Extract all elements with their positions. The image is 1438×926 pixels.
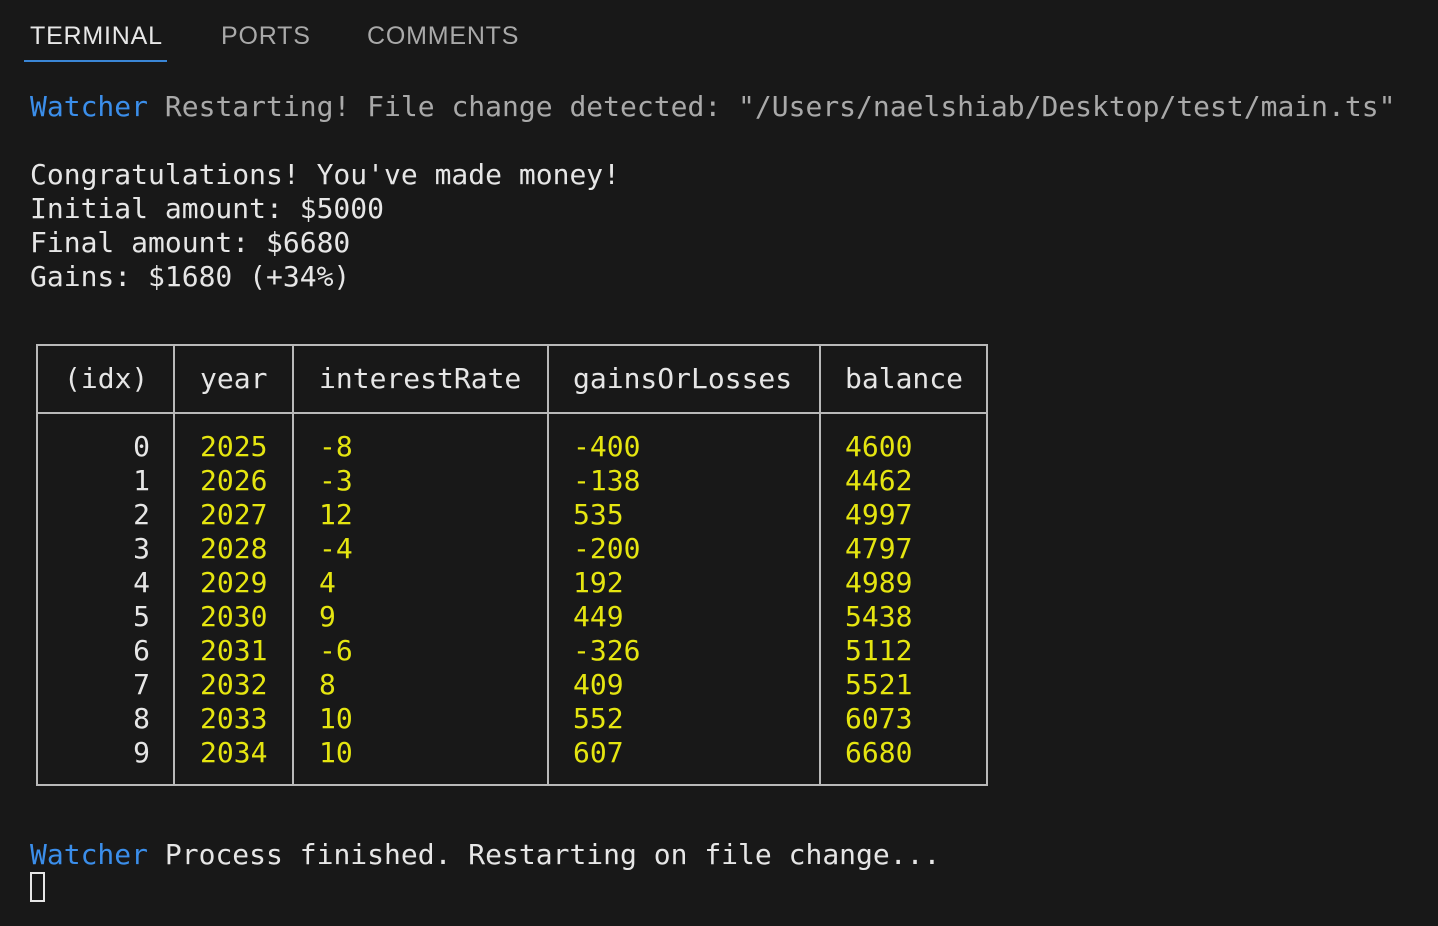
cell-gains-or-losses: 192	[573, 566, 624, 599]
cell-interest-rate: 12	[319, 498, 353, 531]
cell-idx: 0	[133, 430, 150, 463]
watcher-restart-line: Watcher Restarting! File change detected…	[30, 90, 1395, 124]
cell-gains-or-losses: 449	[573, 600, 624, 633]
cell-balance: 6680	[845, 736, 913, 769]
cell-year: 2029	[200, 566, 268, 599]
summary-line-final: Final amount: $6680	[30, 226, 351, 259]
cell-balance: 6073	[845, 702, 913, 735]
cell-interest-rate: 10	[319, 736, 353, 769]
cell-year: 2028	[200, 532, 268, 565]
cell-year: 2031	[200, 634, 268, 667]
cell-balance: 4997	[845, 498, 913, 531]
cell-idx: 3	[133, 532, 150, 565]
cell-gains-or-losses: 409	[573, 668, 624, 701]
cell-balance: 5438	[845, 600, 913, 633]
cell-balance: 4600	[845, 430, 913, 463]
cell-year: 2030	[200, 600, 268, 633]
cell-idx: 4	[133, 566, 150, 599]
cell-idx: 7	[133, 668, 150, 701]
cell-idx: 6	[133, 634, 150, 667]
cell-gains-or-losses: -200	[573, 532, 641, 565]
column-header-idx: (idx)	[64, 362, 149, 395]
panel-tab-bar: TERMINAL PORTS COMMENTS	[0, 0, 1438, 64]
cell-idx: 2	[133, 498, 150, 531]
cell-interest-rate: 8	[319, 668, 336, 701]
cell-idx: 5	[133, 600, 150, 633]
cell-balance: 4797	[845, 532, 913, 565]
cell-year: 2034	[200, 736, 268, 769]
column-header-balance: balance	[845, 362, 964, 395]
cell-idx: 1	[133, 464, 150, 497]
cell-year: 2027	[200, 498, 268, 531]
summary-line-congrats: Congratulations! You've made money!	[30, 158, 621, 191]
tab-comments[interactable]: COMMENTS	[367, 20, 519, 52]
cell-interest-rate: -3	[319, 464, 353, 497]
cell-gains-or-losses: -138	[573, 464, 641, 497]
cell-balance: 5521	[845, 668, 913, 701]
cell-interest-rate: 10	[319, 702, 353, 735]
active-tab-indicator	[24, 60, 167, 62]
watcher-label: Watcher	[30, 838, 149, 871]
watcher-finished-message: Process finished. Restarting on file cha…	[164, 838, 941, 871]
terminal-cursor	[30, 872, 45, 902]
cell-idx: 9	[133, 736, 150, 769]
column-header-interest-rate: interestRate	[319, 362, 522, 395]
cell-gains-or-losses: 607	[573, 736, 624, 769]
cell-interest-rate: -8	[319, 430, 353, 463]
summary-line-gains: Gains: $1680 (+34%)	[30, 260, 351, 293]
watcher-label: Watcher	[30, 90, 149, 123]
console-table: (idx) year interestRate gainsOrLosses ba…	[36, 344, 988, 786]
cell-balance: 4462	[845, 464, 913, 497]
tab-ports[interactable]: PORTS	[221, 20, 311, 52]
cell-year: 2026	[200, 464, 268, 497]
cell-balance: 5112	[845, 634, 913, 667]
cell-gains-or-losses: 552	[573, 702, 624, 735]
watcher-finished-line: Watcher Process finished. Restarting on …	[30, 838, 940, 872]
cell-year: 2032	[200, 668, 268, 701]
cell-balance: 4989	[845, 566, 913, 599]
cell-interest-rate: 4	[319, 566, 336, 599]
cell-gains-or-losses: -400	[573, 430, 641, 463]
cell-year: 2033	[200, 702, 268, 735]
cell-interest-rate: -6	[319, 634, 353, 667]
tab-terminal[interactable]: TERMINAL	[30, 20, 163, 52]
table-header-divider	[38, 412, 986, 414]
watcher-restart-message: Restarting! File change detected: "/User…	[164, 90, 1396, 123]
cell-interest-rate: 9	[319, 600, 336, 633]
cell-interest-rate: -4	[319, 532, 353, 565]
summary-line-initial: Initial amount: $5000	[30, 192, 385, 225]
cell-year: 2025	[200, 430, 268, 463]
cell-gains-or-losses: -326	[573, 634, 641, 667]
column-header-year: year	[200, 362, 268, 395]
cell-idx: 8	[133, 702, 150, 735]
column-header-gains-or-losses: gainsOrLosses	[573, 362, 793, 395]
cell-gains-or-losses: 535	[573, 498, 624, 531]
